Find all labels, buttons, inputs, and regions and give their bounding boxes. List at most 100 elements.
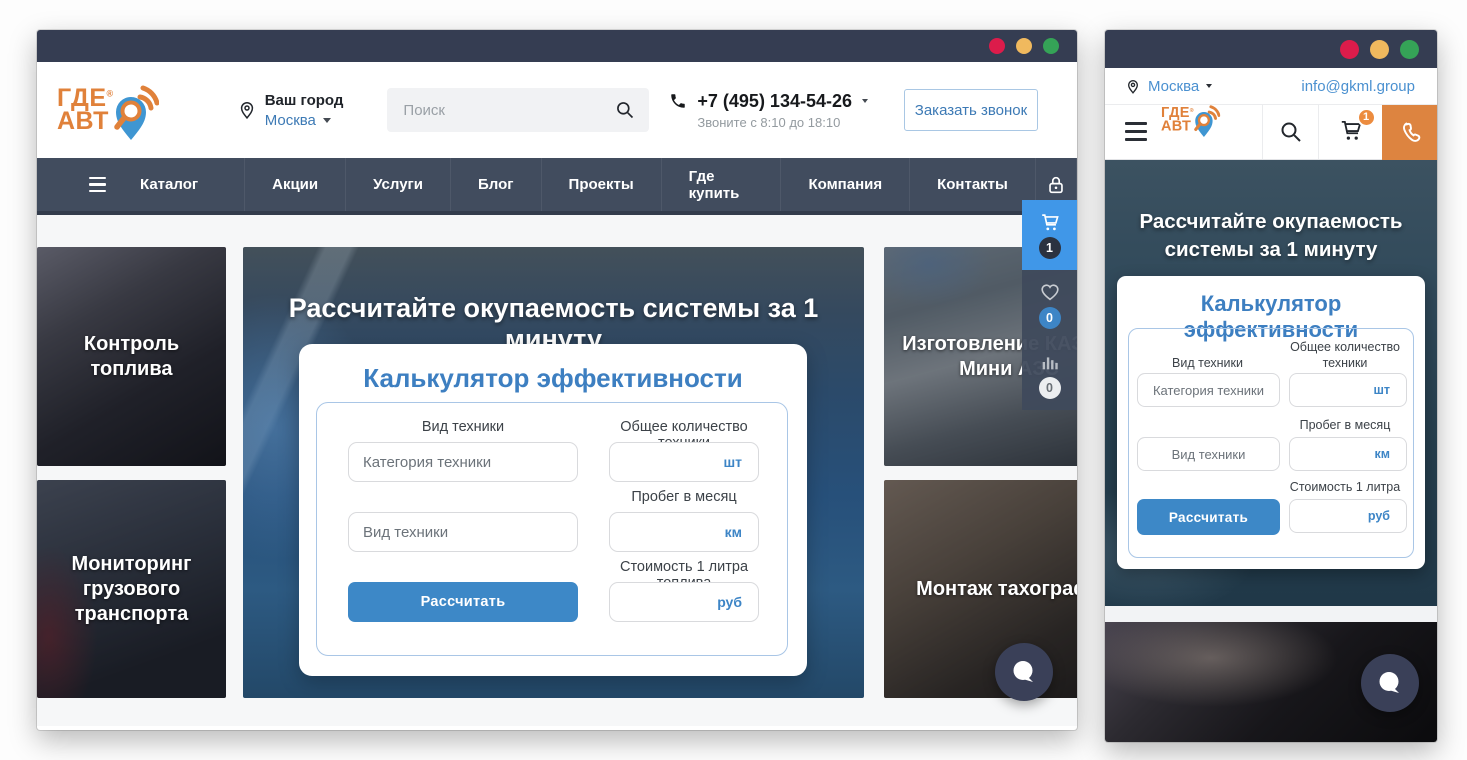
search-box <box>387 88 649 132</box>
mobile-call-button[interactable] <box>1382 105 1437 160</box>
compare-button[interactable]: 0 <box>1022 340 1077 410</box>
cart-count-badge: 1 <box>1039 237 1061 259</box>
city-label: Ваш город <box>265 92 344 109</box>
nav-item-kompaniya[interactable]: Компания <box>780 158 909 211</box>
desktop-header: ГДЕ® АВТ Ваш город Москв <box>37 62 1077 158</box>
calculate-button[interactable]: Рассчитать <box>1137 499 1280 535</box>
stage: ГДЕ® АВТ Ваш город Москв <box>0 0 1467 760</box>
mobile-search-button[interactable] <box>1262 105 1318 159</box>
heart-icon <box>1038 281 1062 303</box>
count-label: Общее количество техники <box>1281 339 1409 372</box>
category-input[interactable] <box>1138 374 1279 406</box>
tile-cargo-monitoring[interactable]: Мониторинг грузового транспорта <box>37 480 226 698</box>
type-label: Вид техники <box>348 419 578 435</box>
menu-icon <box>89 177 106 193</box>
mobile-hero: Рассчитайте окупаемость системы за 1 мин… <box>1105 160 1437 606</box>
type-field <box>1137 437 1280 471</box>
order-call-button[interactable]: Заказать звонок <box>904 89 1038 131</box>
window-close-dot[interactable] <box>1340 40 1359 59</box>
category-field <box>348 442 578 482</box>
mobile-header: ГДЕ® АВТ <box>1105 104 1437 160</box>
cart-count-badge: 1 <box>1357 108 1376 127</box>
type-field <box>348 512 578 552</box>
nav-item-uslugi[interactable]: Услуги <box>345 158 450 211</box>
count-field[interactable]: шт <box>609 442 759 482</box>
nav-item-kontakty[interactable]: Контакты <box>909 158 1035 211</box>
window-maximize-dot[interactable] <box>1400 40 1419 59</box>
mobile-window: Москва info@gkml.group ГДЕ® АВТ <box>1105 30 1437 742</box>
phone-icon <box>1397 120 1423 146</box>
calculator-form: Вид техники Общее количество техники Про… <box>316 402 788 656</box>
window-maximize-dot[interactable] <box>1043 38 1059 54</box>
hero-heading: Рассчитайте окупаемость системы за 1 мин… <box>1105 208 1437 263</box>
favorites-button[interactable]: 0 <box>1022 270 1077 340</box>
cart-icon <box>1038 211 1062 233</box>
fuel-field[interactable]: руб <box>1289 499 1407 533</box>
mileage-label: Пробег в месяц <box>609 489 759 505</box>
calculate-button[interactable]: Рассчитать <box>348 582 578 622</box>
calculator-title: Калькулятор эффективности <box>299 363 807 394</box>
tile-fuel-control[interactable]: Контроль топлива <box>37 247 226 466</box>
caret-down-icon <box>1206 84 1212 88</box>
logo-pin-icon <box>107 84 159 142</box>
nav-item-proekty[interactable]: Проекты <box>541 158 661 211</box>
desktop-content: Контроль топлива Мониторинг грузового тр… <box>37 215 1077 726</box>
compare-icon <box>1038 351 1062 373</box>
window-minimize-dot[interactable] <box>1016 38 1032 54</box>
chat-icon <box>1375 668 1405 698</box>
caret-down-icon <box>323 118 331 123</box>
type-label: Вид техники <box>1135 355 1280 371</box>
location-pin-icon <box>237 98 257 122</box>
nav-item-catalog[interactable]: Каталог <box>37 158 244 211</box>
chat-icon <box>1009 657 1039 687</box>
calculator-form: Общее количество техники Вид техники Про… <box>1128 328 1414 558</box>
desktop-titlebar <box>37 30 1077 62</box>
category-input[interactable] <box>349 443 577 481</box>
mobile-cart-button[interactable]: 1 <box>1318 105 1382 159</box>
floating-side-panel: 1 0 0 <box>1022 200 1077 410</box>
compare-count-badge: 0 <box>1039 377 1061 399</box>
search-icon[interactable] <box>615 100 635 120</box>
search-icon <box>1279 120 1303 144</box>
city-value[interactable]: Москва <box>265 112 344 129</box>
calculator-card: Калькулятор эффективности Вид техники Об… <box>299 344 807 676</box>
site-logo[interactable]: ГДЕ® АВТ <box>1161 101 1220 138</box>
logo-pin-icon <box>1190 104 1220 138</box>
nav-item-akcii[interactable]: Акции <box>244 158 345 211</box>
chat-button[interactable] <box>1361 654 1419 712</box>
mobile-titlebar <box>1105 30 1437 68</box>
phone-icon <box>669 92 687 110</box>
phone-hours: Звоните с 8:10 до 18:10 <box>697 115 868 130</box>
logo-text: ГДЕ® АВТ <box>57 87 114 133</box>
type-input[interactable] <box>349 513 577 551</box>
window-minimize-dot[interactable] <box>1370 40 1389 59</box>
chat-button[interactable] <box>995 643 1053 701</box>
window-close-dot[interactable] <box>989 38 1005 54</box>
nav-item-gde-kupit[interactable]: Где купить <box>661 158 781 211</box>
mobile-city-selector[interactable]: Москва <box>1125 77 1212 96</box>
search-input[interactable] <box>387 88 649 132</box>
main-nav: Каталог Акции Услуги Блог Проекты Где ку… <box>37 158 1077 215</box>
menu-icon[interactable] <box>1125 122 1147 141</box>
phone-block: +7 (495) 134-54-26 Звоните с 8:10 до 18:… <box>669 91 868 130</box>
cart-button[interactable]: 1 <box>1022 200 1077 270</box>
nav-item-blog[interactable]: Блог <box>450 158 541 211</box>
favorites-count-badge: 0 <box>1039 307 1061 329</box>
calculator-card: Калькулятор эффективности Общее количест… <box>1117 276 1425 569</box>
mileage-field[interactable]: км <box>1289 437 1407 471</box>
site-logo[interactable]: ГДЕ® АВТ <box>57 78 159 142</box>
type-input[interactable] <box>1138 438 1279 470</box>
mileage-label: Пробег в месяц <box>1281 417 1409 433</box>
caret-down-icon <box>862 99 868 103</box>
phone-number[interactable]: +7 (495) 134-54-26 <box>697 91 852 112</box>
location-pin-icon <box>1125 77 1141 96</box>
count-field[interactable]: шт <box>1289 373 1407 407</box>
content-gap <box>1105 606 1437 622</box>
mileage-field[interactable]: км <box>609 512 759 552</box>
email-link[interactable]: info@gkml.group <box>1301 78 1415 95</box>
city-selector[interactable]: Ваш город Москва <box>237 92 344 129</box>
lock-icon <box>1045 174 1067 196</box>
fuel-field[interactable]: руб <box>609 582 759 622</box>
hero-banner: Рассчитайте окупаемость системы за 1 мин… <box>243 247 864 698</box>
mobile-topbar: Москва info@gkml.group <box>1105 68 1437 104</box>
